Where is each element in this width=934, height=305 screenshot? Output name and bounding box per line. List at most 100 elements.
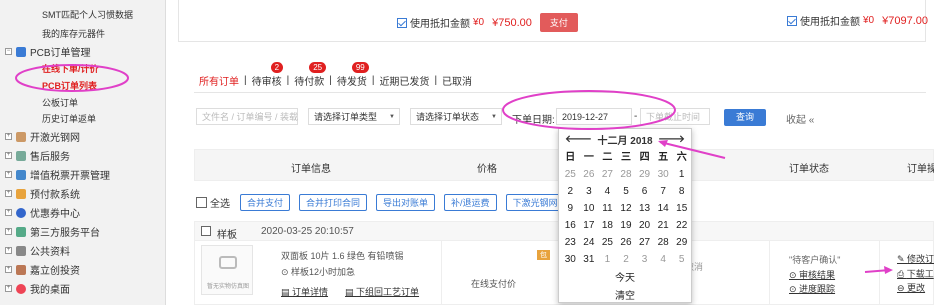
calendar-day[interactable]: 3 (580, 183, 599, 200)
pay-button[interactable]: 支付 (539, 13, 578, 32)
calendar-day[interactable]: 4 (598, 183, 617, 200)
tab-pending-payment[interactable]: 待付款 25 (289, 62, 329, 88)
calendar-day[interactable]: 27 (635, 234, 654, 251)
calendar-day[interactable]: 16 (561, 217, 580, 234)
collapse-icon[interactable]: − (5, 48, 12, 55)
calendar-day[interactable]: 18 (598, 217, 617, 234)
calendar-day[interactable]: 28 (654, 234, 673, 251)
calendar-day[interactable]: 1 (672, 166, 691, 183)
sidebar-group-coupon[interactable]: + 优惠券中心 (0, 203, 166, 222)
merge-pay-button[interactable]: 合并支付 (240, 194, 291, 211)
download-link[interactable]: ⎙ 下载工 (897, 267, 934, 280)
expand-icon[interactable]: + (5, 190, 12, 197)
order-checkbox[interactable] (201, 226, 211, 236)
date-from-input[interactable]: 2019-12-27 (556, 108, 632, 125)
calendar-day[interactable]: 2 (617, 251, 636, 268)
calendar-day[interactable]: 13 (635, 200, 654, 217)
select-all-checkbox[interactable] (196, 197, 207, 208)
expand-icon[interactable]: + (5, 133, 12, 140)
laser-stencil-button[interactable]: 下激光钢网 (505, 194, 565, 211)
progress-link[interactable]: ⊙ 进度跟踪 (789, 282, 835, 295)
calendar-day[interactable]: 19 (617, 217, 636, 234)
deduct-checkbox[interactable] (787, 15, 797, 26)
calendar-day[interactable]: 5 (672, 251, 691, 268)
tab-pending-review[interactable]: 待审核 2 (247, 62, 287, 88)
calendar-day[interactable]: 28 (617, 166, 636, 183)
calendar-day[interactable]: 11 (598, 200, 617, 217)
calendar-day[interactable]: 15 (672, 200, 691, 217)
tab-cancelled[interactable]: 已取消 (437, 73, 477, 88)
calendar-day[interactable]: 8 (672, 183, 691, 200)
sidebar-group-invest[interactable]: + 嘉立创投资 (0, 260, 166, 279)
calendar-day[interactable]: 7 (654, 183, 673, 200)
calendar-day[interactable]: 17 (580, 217, 599, 234)
expand-icon[interactable]: + (5, 171, 12, 178)
calendar-day[interactable]: 26 (580, 166, 599, 183)
calendar-day[interactable]: 4 (654, 251, 673, 268)
calendar-day[interactable]: 26 (617, 234, 636, 251)
calendar-day[interactable]: 25 (561, 166, 580, 183)
calendar-day[interactable]: 29 (635, 166, 654, 183)
sidebar-item-pcb-order-list[interactable]: PCB订单列表 (42, 79, 97, 92)
sidebar-group-public[interactable]: + 公共资料 (0, 241, 166, 260)
calendar-day[interactable]: 30 (561, 251, 580, 268)
sidebar-group-laser[interactable]: + 开激光钢网 (0, 127, 166, 146)
calendar-day[interactable]: 3 (635, 251, 654, 268)
refund-shipping-button[interactable]: 补/退运费 (444, 194, 497, 211)
sidebar-group-thirdparty[interactable]: + 第三方服务平台 (0, 222, 166, 241)
calendar-day[interactable]: 1 (598, 251, 617, 268)
calendar-day[interactable]: 25 (598, 234, 617, 251)
search-button[interactable]: 查询 (724, 109, 766, 126)
sidebar-group-invoice[interactable]: + 增值税票开票管理 (0, 165, 166, 184)
review-result-link[interactable]: ⊙ 审核结果 (789, 268, 835, 281)
calendar-day[interactable]: 14 (654, 200, 673, 217)
order-status-select[interactable]: 请选择订单状态 ▼ (410, 108, 502, 125)
expand-icon[interactable]: + (5, 209, 12, 216)
sidebar-item-public-board[interactable]: 公板订单 (42, 96, 78, 109)
sidebar-group-aftersale[interactable]: + 售后服务 (0, 146, 166, 165)
calendar-day[interactable]: 10 (580, 200, 599, 217)
tab-all[interactable]: 所有订单 (194, 73, 244, 88)
prev-month-arrow-icon[interactable]: 🡐 (565, 133, 592, 145)
tab-pending-shipment[interactable]: 待发货 99 (332, 62, 372, 88)
order-type-select[interactable]: 请选择订单类型 ▼ (308, 108, 400, 125)
order-detail-link[interactable]: ▤ 订单详情 (281, 285, 328, 298)
calendar-day[interactable]: 20 (635, 217, 654, 234)
calendar-day[interactable]: 2 (561, 183, 580, 200)
export-statement-button[interactable]: 导出对账单 (376, 194, 436, 211)
sidebar-item-stock[interactable]: 我的库存元器件 (42, 27, 105, 40)
modify-order-link[interactable]: ✎ 修改订 (897, 252, 934, 265)
merge-print-contract-button[interactable]: 合并打印合同 (299, 194, 368, 211)
expand-icon[interactable]: + (5, 247, 12, 254)
calendar-day[interactable]: 24 (580, 234, 599, 251)
clear-button[interactable]: 清空 (559, 287, 691, 302)
calendar-day[interactable]: 21 (654, 217, 673, 234)
tab-recently-shipped[interactable]: 近期已发货 (374, 73, 434, 88)
next-month-arrow-icon[interactable]: 🡒 (658, 133, 685, 145)
calendar-day[interactable]: 9 (561, 200, 580, 217)
calendar-day[interactable]: 12 (617, 200, 636, 217)
calendar-day[interactable]: 23 (561, 234, 580, 251)
sidebar-item-smt[interactable]: SMT匹配个人习惯数据 (42, 8, 133, 21)
sidebar-group-desktop[interactable]: + 我的桌面 (0, 279, 166, 298)
calendar-day[interactable]: 31 (580, 251, 599, 268)
calendar-day[interactable]: 6 (635, 183, 654, 200)
change-link[interactable]: ⊖ 更改 (897, 281, 925, 294)
expand-icon[interactable]: + (5, 228, 12, 235)
expand-icon[interactable]: + (5, 266, 12, 273)
collapse-toggle[interactable]: 收起 « (786, 111, 814, 126)
calendar-day[interactable]: 30 (654, 166, 673, 183)
today-button[interactable]: 今天 (559, 269, 691, 284)
sidebar-group-prepay[interactable]: + 预付款系统 (0, 184, 166, 203)
sidebar-item-online-order[interactable]: 在线下单/计价 (42, 62, 99, 75)
calendar-day[interactable]: 22 (672, 217, 691, 234)
calendar-day[interactable]: 29 (672, 234, 691, 251)
sidebar-group-pcb[interactable]: − PCB订单管理 (0, 42, 166, 61)
search-input[interactable]: 文件名 / 订单编号 / 装载 (196, 108, 298, 125)
calendar-day[interactable]: 5 (617, 183, 636, 200)
process-order-link[interactable]: ▤ 下组回工艺订单 (345, 285, 419, 298)
calendar-day[interactable]: 27 (598, 166, 617, 183)
date-to-input[interactable]: 下单截止时间 (640, 108, 710, 125)
sidebar-item-history[interactable]: 历史订单返单 (42, 112, 96, 125)
deduct-checkbox[interactable] (397, 17, 407, 28)
